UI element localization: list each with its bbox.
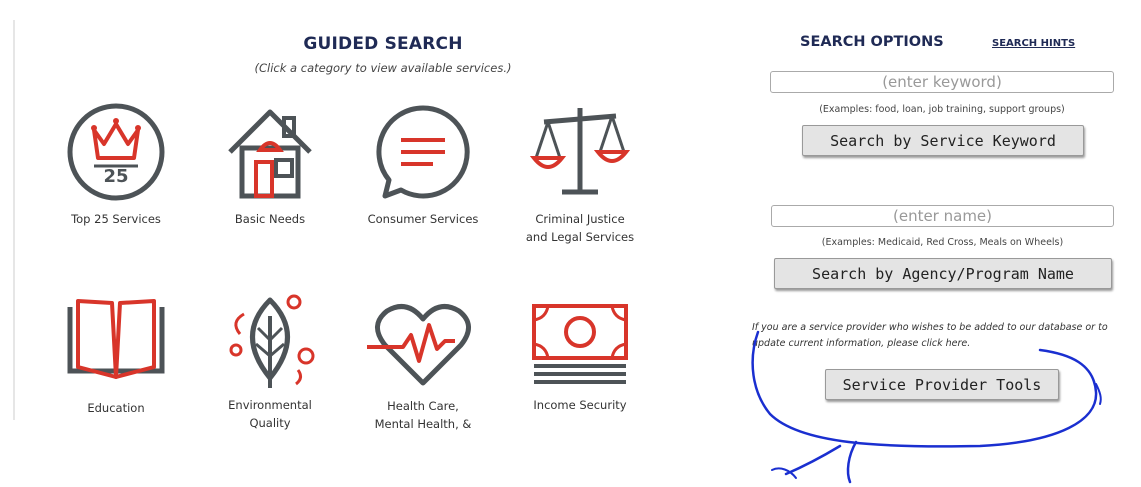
category-label: Consumer Services	[367, 212, 479, 226]
category-criminal-justice[interactable]: Criminal Justice and Legal Services	[515, 100, 645, 246]
money-icon	[532, 304, 628, 384]
heart-pulse-icon	[367, 304, 471, 386]
speech-bubble-icon	[376, 105, 470, 199]
scales-of-justice-icon	[529, 108, 631, 195]
category-label: Environmental Quality	[228, 398, 312, 430]
svg-text:25: 25	[103, 166, 128, 187]
category-environmental-quality[interactable]: Environmental Quality	[205, 290, 335, 430]
provider-note[interactable]: If you are a service provider who wishes…	[752, 320, 1112, 352]
agency-name-input[interactable]	[771, 205, 1114, 227]
category-consumer-services[interactable]: Consumer Services	[358, 100, 488, 228]
agency-name-examples: (Examples: Medicaid, Red Cross, Meals on…	[821, 237, 1064, 248]
keyword-input[interactable]	[770, 71, 1114, 93]
leaf-icon	[229, 294, 315, 388]
crown-25-icon: 25	[67, 103, 165, 201]
category-label: Education	[87, 401, 145, 415]
category-label: Basic Needs	[234, 212, 306, 226]
keyword-examples: (Examples: food, loan, job training, sup…	[819, 104, 1065, 115]
search-options-title: SEARCH OPTIONS	[800, 34, 944, 50]
search-by-keyword-button[interactable]: Search by Service Keyword	[802, 125, 1084, 156]
search-by-agency-button[interactable]: Search by Agency/Program Name	[774, 258, 1112, 289]
category-label: Top 25 Services	[71, 212, 161, 226]
category-top-25-services[interactable]: 25 Top 25 Services	[51, 100, 181, 228]
house-icon	[228, 109, 312, 199]
category-label: Criminal Justice and Legal Services	[525, 212, 635, 244]
category-basic-needs[interactable]: Basic Needs	[205, 100, 335, 228]
annotation-arrow-stroke	[771, 467, 797, 479]
category-education[interactable]: Education	[51, 295, 181, 417]
category-grid: 25 Top 25 Services Basic Needs Consumer …	[0, 0, 700, 430]
category-label: Income Security	[533, 398, 627, 412]
annotation-tail	[1095, 383, 1102, 405]
open-book-icon	[67, 299, 165, 379]
category-income-security[interactable]: Income Security	[515, 300, 645, 414]
category-label: Health Care, Mental Health, &	[374, 399, 472, 430]
search-hints-link[interactable]: SEARCH HINTS	[992, 38, 1075, 49]
annotation-arrow	[784, 440, 858, 484]
category-health-care[interactable]: Health Care, Mental Health, &	[358, 295, 488, 430]
service-provider-tools-button[interactable]: Service Provider Tools	[825, 369, 1059, 400]
